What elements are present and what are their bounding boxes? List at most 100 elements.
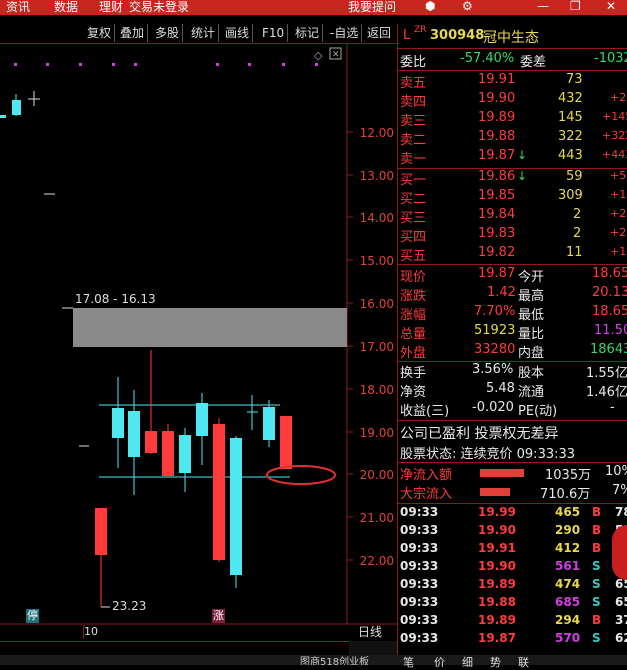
axis-label: 20.00	[359, 468, 394, 482]
buy-price: 19.82	[478, 245, 516, 260]
panel-border	[397, 24, 398, 665]
quote-separator	[397, 264, 627, 265]
cube-icon[interactable]: ⬢	[425, 0, 435, 13]
top-menu-bar: 资讯 数据 理财 交易未登录 我要提问 ⬢ ⚙ — ❐ ✕	[0, 0, 627, 15]
company-note-row: 公司已盈利 投票权无差异	[400, 423, 627, 442]
fin-value: -	[610, 400, 615, 415]
buy-volume: 309	[558, 188, 583, 203]
date-label: 10	[84, 625, 98, 638]
tab-shi[interactable]: 势	[490, 654, 501, 670]
fin-row: 换手 3.56% 股本 1.55亿	[400, 362, 627, 381]
toolbar-multi-stock[interactable]: 多股	[152, 24, 184, 42]
buy-label: 买四	[400, 230, 427, 245]
low-price-label: 23.23	[112, 599, 147, 613]
magenta-dots	[14, 63, 318, 66]
toolbar-overlay[interactable]: 叠加	[117, 24, 149, 42]
sell-volume: 322	[558, 129, 583, 144]
tab-xi[interactable]: 细	[462, 654, 473, 670]
kline-chart[interactable]: ◇ ✕	[0, 44, 397, 644]
buy-price: 19.86	[478, 169, 516, 184]
tick-time: 09:33	[400, 505, 439, 519]
buy-change: +10	[610, 188, 627, 201]
candle-6	[179, 428, 191, 492]
tick-time: 09:33	[400, 523, 439, 537]
company-note: 公司已盈利 投票权无差异	[400, 426, 559, 442]
tick-volume: 412	[555, 541, 581, 555]
toolbar-remove-watchlist[interactable]: -自选	[327, 24, 363, 42]
sell-change: +24	[610, 91, 627, 104]
tick-volume: 570	[555, 631, 581, 645]
promo-badge[interactable]	[612, 525, 627, 580]
buy-label: 买三	[400, 211, 427, 226]
menu-item-data[interactable]: 数据	[54, 0, 78, 15]
tick-time: 09:33	[400, 595, 439, 609]
menu-item-finance[interactable]: 理财	[99, 0, 123, 15]
gear-icon[interactable]: ⚙	[462, 0, 473, 13]
maximize-icon[interactable]: ❐	[570, 0, 581, 13]
fin-value: 1.46亿	[586, 385, 627, 400]
diamond-icon: ◇	[314, 49, 323, 62]
sell-price: 19.89	[478, 110, 516, 125]
quote-separator	[397, 462, 627, 463]
stat-value: 20.13	[592, 285, 627, 300]
flow-row: 净流入额 1035万 10%	[400, 464, 627, 483]
sell-volume: 443	[558, 148, 583, 163]
tick-price: 19.90	[478, 559, 516, 573]
stats-row: 涨幅 7.70% 最低 18.65	[400, 304, 627, 323]
minimize-icon[interactable]: —	[537, 0, 549, 13]
buy-volume: 11	[566, 245, 583, 260]
tab-bi[interactable]: 笔	[403, 654, 414, 670]
tick-extra: 37	[615, 613, 627, 627]
tick-row: 09:33 19.90 290 B 5	[400, 523, 627, 541]
fin-label: 收益(三)	[400, 404, 450, 419]
menu-item-news[interactable]: 资讯	[6, 0, 30, 15]
quote-separator	[397, 48, 627, 49]
tick-side: B	[592, 613, 602, 627]
sell-change: +145	[602, 110, 627, 123]
candle-5	[162, 424, 174, 478]
trading-status: 股票状态: 连续竞价 09:33:33	[400, 447, 576, 462]
toolbar-draw-line[interactable]: 画线	[222, 24, 254, 42]
sell-label: 卖四	[400, 95, 427, 110]
close-icon[interactable]: ✕	[606, 0, 616, 13]
period-label[interactable]: 日线	[358, 623, 382, 640]
flow-bar	[480, 469, 524, 477]
buy-change: +11	[610, 245, 627, 258]
axis-label: 15.00	[359, 254, 394, 268]
stat-value: 18643	[590, 342, 627, 357]
stock-name: 冠中生态	[483, 30, 539, 46]
sell-volume: 73	[566, 72, 583, 87]
toolbar-back[interactable]: 返回	[364, 24, 394, 42]
buy-row: 买五 19.82 11 +11	[400, 245, 627, 264]
stat-value: 1.42	[487, 285, 516, 300]
axis-label: 21.00	[359, 511, 394, 525]
toolbar-statistics[interactable]: 统计	[188, 24, 220, 42]
axis-label: 18.00	[359, 383, 394, 397]
buy-volume: 2	[573, 207, 582, 222]
flow-row: 大宗流入 710.6万 7%	[400, 483, 627, 502]
login-status[interactable]: 交易未登录	[129, 0, 189, 15]
tab-jia[interactable]: 价	[434, 654, 445, 670]
buy-row: 买二 19.85 309 +10	[400, 188, 627, 207]
fin-value: 3.56%	[472, 362, 514, 377]
fin-value: -0.020	[472, 400, 514, 415]
buy-price: 19.83	[478, 226, 516, 241]
buy-label: 买五	[400, 249, 427, 264]
weibi-row: 委比 -57.40% 委差 -1032	[400, 51, 627, 70]
tab-lian[interactable]: 联	[518, 654, 529, 670]
sell-price: 19.88	[478, 129, 516, 144]
axis-label: 14.00	[359, 211, 394, 225]
candle-10	[247, 395, 258, 430]
toolbar-restore-rights[interactable]: 复权	[84, 24, 116, 42]
axis-label: 12.00	[359, 126, 394, 140]
price-axis-ticks	[347, 131, 353, 561]
tick-price: 19.87	[478, 631, 516, 645]
toolbar-mark[interactable]: 标记	[292, 24, 324, 42]
ask-question-link[interactable]: 我要提问	[348, 0, 396, 15]
stat-value: 18.65	[592, 304, 627, 319]
candle-12	[280, 416, 292, 469]
toolbar-f10[interactable]: F10	[259, 24, 289, 42]
tick-volume: 294	[555, 613, 581, 627]
stock-prefix: L	[403, 28, 411, 43]
buy-price: 19.85	[478, 188, 516, 203]
